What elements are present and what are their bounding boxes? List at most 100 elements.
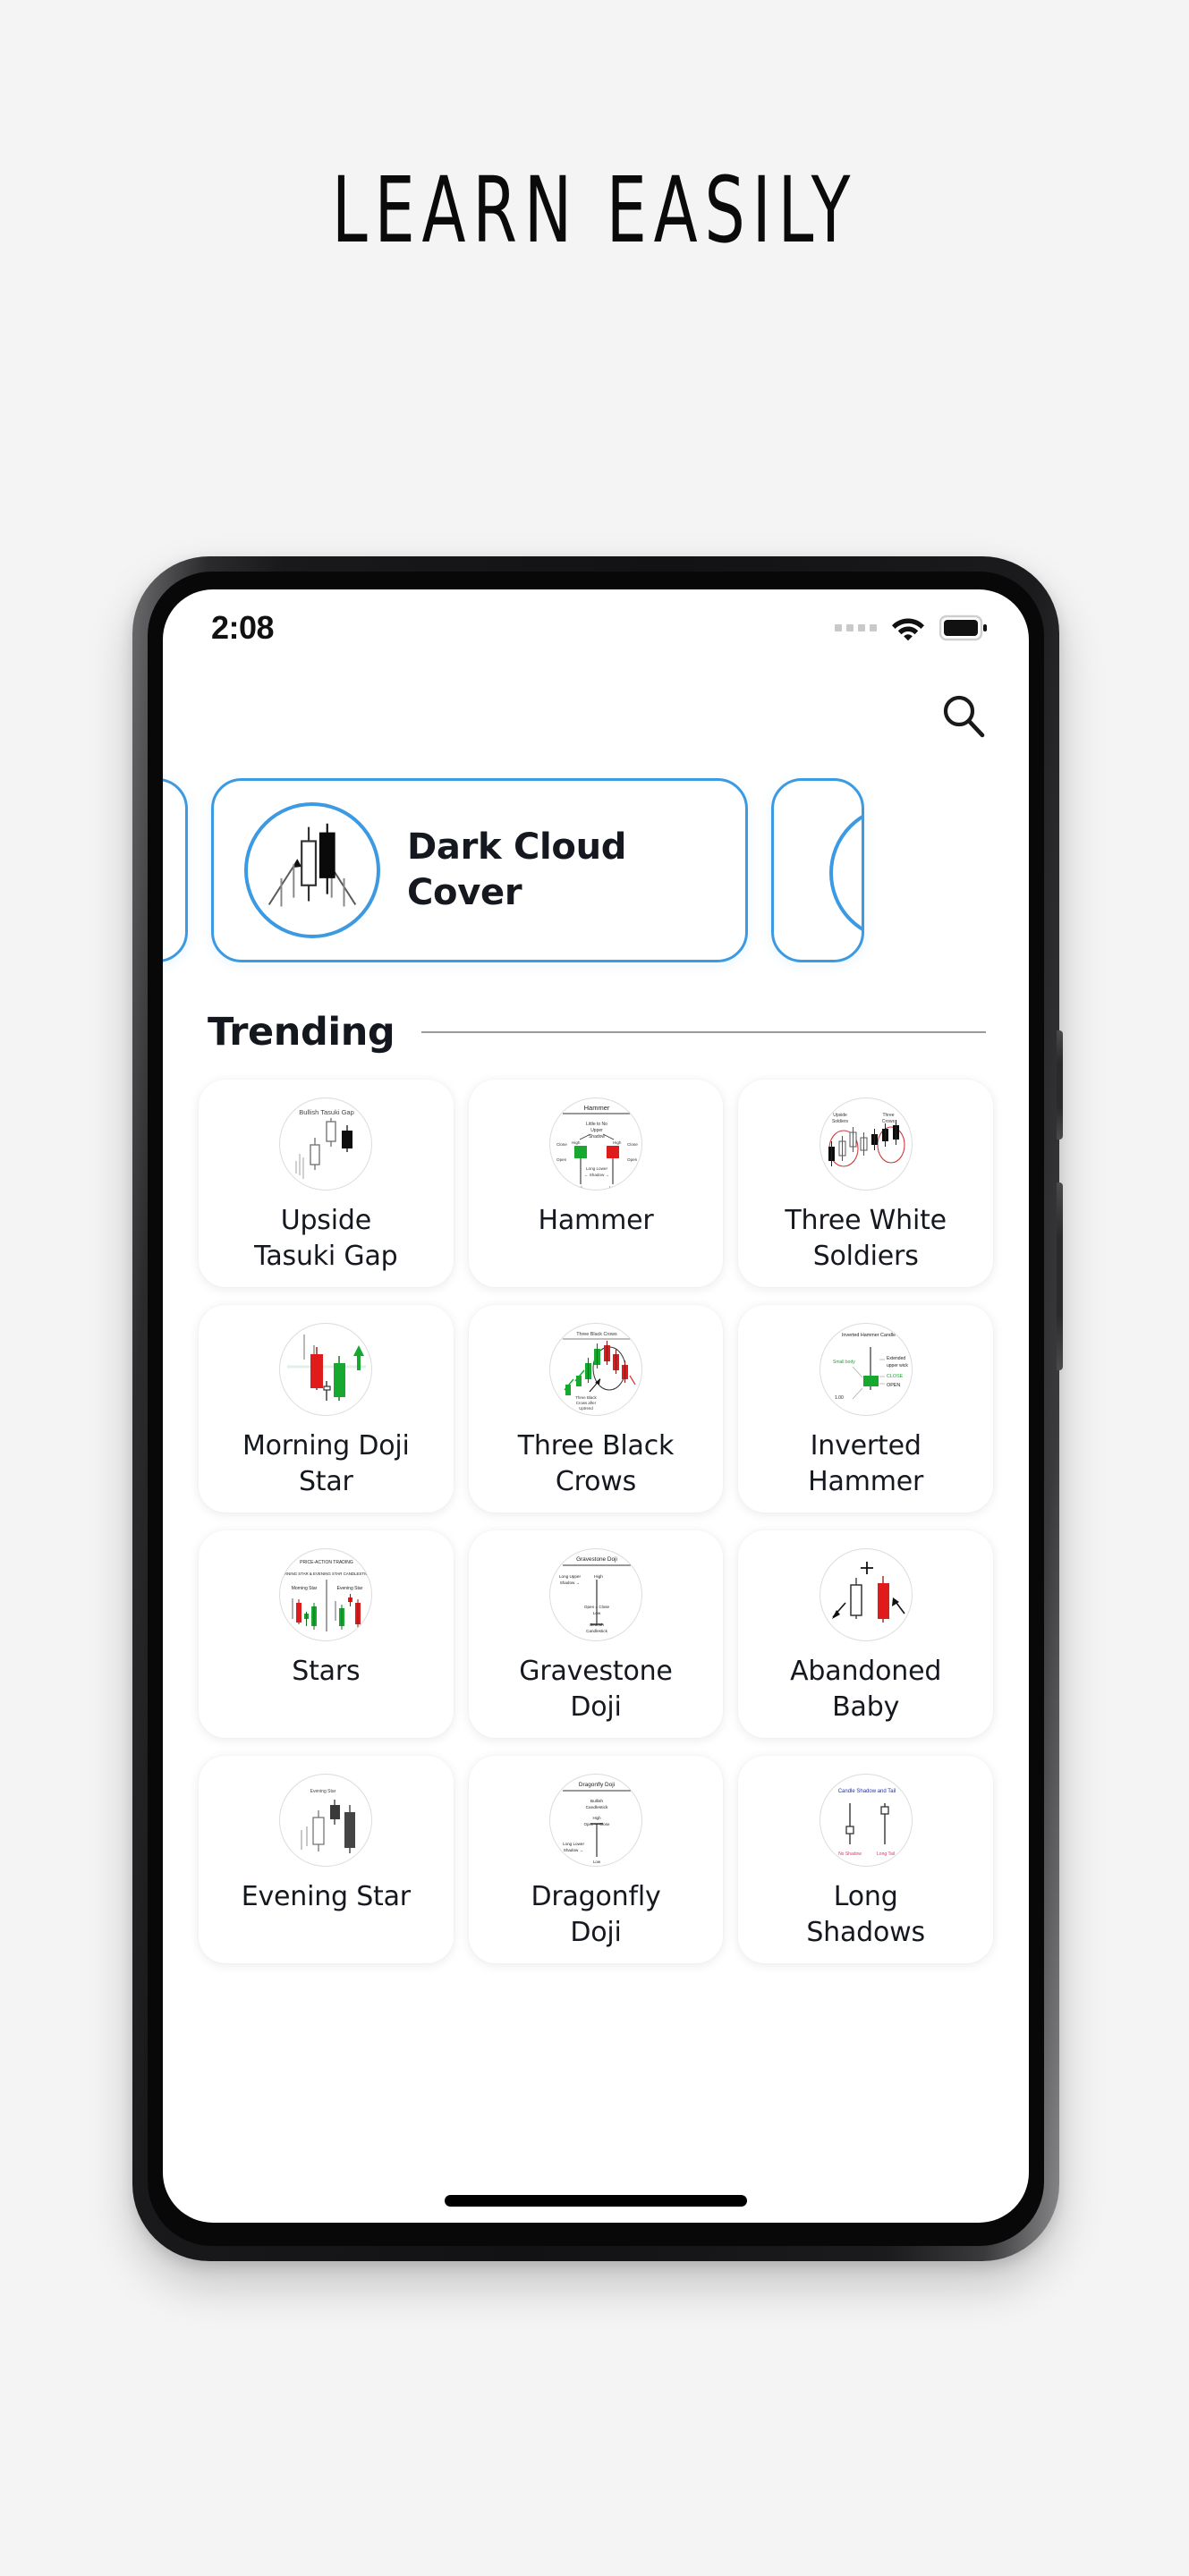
list-item-label-line-2: Crows bbox=[555, 1465, 637, 1497]
svg-text:Bullish Tasuki Gap: Bullish Tasuki Gap bbox=[300, 1108, 355, 1116]
svg-text:Long Tail: Long Tail bbox=[877, 1852, 895, 1857]
status-icons bbox=[835, 614, 988, 641]
list-item-label-line-1: Upside bbox=[280, 1205, 371, 1236]
volume-button[interactable] bbox=[1057, 1182, 1063, 1370]
hammer-chart-icon: Hammer Little to No Upper Shadow Close H… bbox=[548, 1097, 642, 1191]
list-item-label-line-1: Abandoned bbox=[790, 1656, 942, 1687]
list-item[interactable]: Hammer Little to No Upper Shadow Close H… bbox=[468, 1080, 724, 1287]
svg-text:High: High bbox=[592, 1816, 601, 1820]
list-item-label-line-2: Baby bbox=[832, 1690, 900, 1723]
list-item-label-line-2: Hammer bbox=[808, 1465, 924, 1497]
list-item-label-line-1: Three Black bbox=[517, 1430, 675, 1462]
list-item-label: Upside Tasuki Gap bbox=[254, 1203, 398, 1274]
list-item-label-line-1: Hammer bbox=[538, 1205, 654, 1236]
section-divider bbox=[421, 1031, 986, 1033]
list-item[interactable]: Evening Star Evening Star bbox=[199, 1756, 454, 1963]
three-black-crows-chart-icon: Three Black Crows Three Black Crows afte… bbox=[548, 1323, 642, 1416]
svg-text:Long Lower: Long Lower bbox=[563, 1842, 584, 1846]
svg-text:OPEN: OPEN bbox=[887, 1383, 900, 1388]
list-item[interactable]: Bullish Tasuki Gap Upside Tasuki Gap bbox=[199, 1080, 454, 1287]
svg-text:Low: Low bbox=[593, 1860, 601, 1864]
featured-card-title-line-2: Cover bbox=[407, 872, 522, 913]
trending-section-header: Trending bbox=[163, 1010, 1029, 1055]
list-item[interactable]: Abandoned Baby bbox=[738, 1530, 993, 1738]
list-item-label-line-1: Stars bbox=[292, 1656, 361, 1687]
svg-text:Evening Star: Evening Star bbox=[337, 1586, 363, 1591]
list-item[interactable]: Upside Soldiers Three Crows Three White … bbox=[738, 1080, 993, 1287]
signal-dots-icon bbox=[835, 624, 877, 631]
svg-text:Shadow →: Shadow → bbox=[560, 1580, 580, 1585]
evening-star-chart-icon: Evening Star bbox=[279, 1774, 373, 1867]
list-item-label: Evening Star bbox=[242, 1879, 411, 1915]
svg-text:Inverted Hammer Candle: Inverted Hammer Candle bbox=[842, 1333, 896, 1338]
app-bar bbox=[163, 666, 1029, 765]
power-button[interactable] bbox=[1057, 1030, 1063, 1140]
list-item-label: Dragonfly Doji bbox=[531, 1879, 660, 1950]
list-item-label: Stars bbox=[292, 1654, 360, 1690]
svg-text:Close: Close bbox=[556, 1142, 567, 1147]
morning-doji-star-chart-icon bbox=[279, 1323, 373, 1416]
list-item-label: Abandoned Baby bbox=[790, 1654, 941, 1724]
svg-text:Small body: Small body bbox=[833, 1360, 855, 1365]
next-card-chart-icon bbox=[829, 805, 862, 941]
svg-text:Close: Close bbox=[627, 1142, 638, 1147]
svg-text:No Shadow: No Shadow bbox=[838, 1852, 862, 1857]
list-item-label: Long Shadows bbox=[806, 1879, 925, 1950]
gravestone-doji-chart-icon: Gravestone Doji High Long Upper Shadow →… bbox=[548, 1548, 642, 1641]
svg-text:← Shadow →: ← Shadow → bbox=[584, 1173, 609, 1177]
list-item-label: Gravestone Doji bbox=[519, 1654, 673, 1724]
long-shadows-chart-icon: Candle Shadow and Tail No Shadow Long Ta… bbox=[819, 1774, 913, 1867]
list-item-label: Three Black Crows bbox=[517, 1428, 675, 1499]
svg-text:Crows after: Crows after bbox=[576, 1401, 597, 1405]
home-indicator[interactable] bbox=[445, 2195, 747, 2207]
svg-text:Long Lower: Long Lower bbox=[586, 1166, 607, 1171]
dark-cloud-cover-chart-icon bbox=[244, 802, 380, 938]
list-item[interactable]: Three Black Crows Three Black Crows afte… bbox=[468, 1305, 724, 1513]
status-time: 2:08 bbox=[211, 609, 275, 646]
svg-text:Three: Three bbox=[882, 1113, 894, 1118]
trending-title: Trending bbox=[208, 1010, 395, 1055]
list-item-label-line-1: Gravestone bbox=[519, 1656, 673, 1687]
featured-card-dark-cloud-cover[interactable]: Dark Cloud Cover bbox=[211, 778, 748, 962]
svg-text:Low: Low bbox=[609, 1185, 617, 1190]
svg-text:Crows: Crows bbox=[882, 1119, 896, 1124]
featured-card-previous[interactable] bbox=[163, 778, 188, 962]
svg-text:Little to No: Little to No bbox=[586, 1122, 607, 1127]
phone-screen: 2:08 Dark Cloud Cover Trending Bullish T… bbox=[163, 589, 1029, 2223]
svg-text:Bearish: Bearish bbox=[590, 1623, 604, 1627]
list-item[interactable]: Morning Doji Star bbox=[199, 1305, 454, 1513]
list-item-label-line-2: Doji bbox=[570, 1690, 622, 1723]
list-item[interactable]: PRICE-ACTION TRADING MORNING STAR & EVEN… bbox=[199, 1530, 454, 1738]
list-item-label-line-2: Star bbox=[298, 1465, 353, 1497]
search-icon[interactable] bbox=[939, 691, 988, 740]
featured-card-next[interactable] bbox=[771, 778, 864, 962]
list-item[interactable]: Inverted Hammer Candle Small body Extend… bbox=[738, 1305, 993, 1513]
list-item-label-line-1: Long bbox=[833, 1881, 898, 1912]
list-item[interactable]: Candle Shadow and Tail No Shadow Long Ta… bbox=[738, 1756, 993, 1963]
svg-text:Soldiers: Soldiers bbox=[832, 1119, 849, 1124]
list-item[interactable]: Dragonfly Doji Bullish Candlestick High … bbox=[468, 1756, 724, 1963]
dragonfly-doji-chart-icon: Dragonfly Doji Bullish Candlestick High … bbox=[548, 1774, 642, 1867]
abandoned-baby-chart-icon bbox=[819, 1548, 913, 1641]
svg-text:High: High bbox=[613, 1140, 622, 1145]
svg-text:Candlestick: Candlestick bbox=[586, 1805, 608, 1810]
list-item-label-line-2: Tasuki Gap bbox=[254, 1240, 398, 1272]
svg-text:Upper: Upper bbox=[590, 1128, 603, 1133]
list-item-label-line-1: Three White bbox=[785, 1205, 947, 1236]
stars-chart-icon: PRICE-ACTION TRADING MORNING STAR & EVEN… bbox=[279, 1548, 373, 1641]
list-item[interactable]: Gravestone Doji High Long Upper Shadow →… bbox=[468, 1530, 724, 1738]
svg-text:Bullish: Bullish bbox=[590, 1799, 603, 1804]
svg-text:Three Black: Three Black bbox=[575, 1395, 597, 1400]
svg-text:Hammer: Hammer bbox=[584, 1104, 610, 1112]
featured-card-title: Dark Cloud Cover bbox=[407, 825, 626, 916]
list-item-label: Hammer bbox=[539, 1203, 654, 1239]
svg-text:High: High bbox=[572, 1140, 581, 1145]
list-item-label-line-2: Soldiers bbox=[812, 1240, 919, 1272]
list-item-label-line-2: Doji bbox=[570, 1916, 622, 1948]
svg-text:Three Black Crows: Three Black Crows bbox=[576, 1332, 617, 1337]
wifi-icon bbox=[892, 618, 924, 641]
inverted-hammer-chart-icon: Inverted Hammer Candle Small body Extend… bbox=[819, 1323, 913, 1416]
svg-text:CLOSE: CLOSE bbox=[887, 1374, 904, 1379]
svg-text:Dragonfly Doji: Dragonfly Doji bbox=[579, 1782, 615, 1788]
featured-carousel[interactable]: Dark Cloud Cover bbox=[163, 768, 1029, 972]
